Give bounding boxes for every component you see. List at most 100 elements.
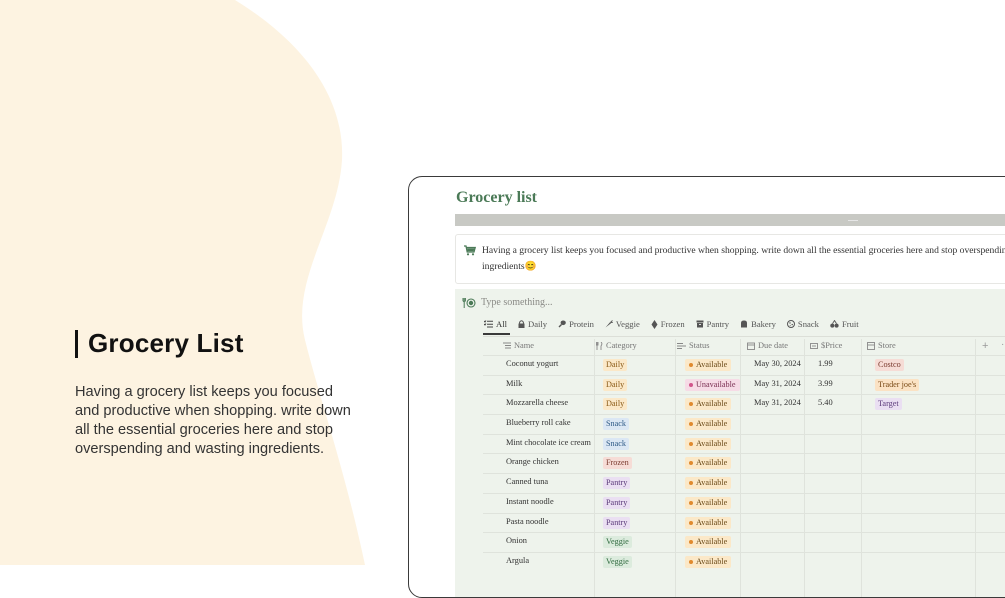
category-tag: Veggie	[603, 555, 632, 568]
cell-name: Mozzarella cheese	[506, 398, 569, 408]
snowflake-icon	[651, 319, 658, 329]
carrot-icon	[605, 320, 613, 328]
status-text: Available	[696, 537, 728, 547]
tab-protein[interactable]: Protein	[557, 317, 595, 335]
bread-icon	[741, 320, 748, 328]
column-header-store[interactable]: Store	[867, 341, 896, 350]
table-row[interactable]: Instant noodle Pantry Available	[483, 492, 1005, 513]
column-header-price[interactable]: $Price	[810, 341, 842, 350]
cell-name: Pasta noodle	[506, 516, 549, 526]
tab-label: Bakery	[751, 319, 776, 329]
cell-name: Onion	[506, 536, 527, 546]
category-tag: Snack	[603, 418, 630, 431]
table-row[interactable]: Blueberry roll cake Snack Available	[483, 414, 1005, 434]
status-text: Available	[696, 497, 728, 507]
fruit-icon	[830, 320, 839, 328]
lock-icon	[518, 320, 525, 328]
status-badge: Available	[685, 496, 732, 509]
drumstick-icon	[558, 320, 566, 328]
cover-drag-handle[interactable]	[848, 217, 858, 221]
table-body: Coconut yogurt Daily Available May 30, 2…	[483, 355, 1005, 572]
table-row[interactable]: Orange chicken Frozen Available	[483, 453, 1005, 473]
table-row[interactable]: Milk Daily Unavailable May 31, 2024 3.99…	[483, 374, 1005, 395]
status-text: Available	[696, 458, 728, 468]
tab-all[interactable]: All	[483, 317, 510, 335]
tab-daily[interactable]: Daily	[517, 317, 548, 335]
cell-name: Milk	[506, 378, 523, 388]
table-row[interactable]: Onion Veggie Available	[483, 532, 1005, 552]
page-title: Grocery list	[456, 189, 538, 206]
table-row[interactable]: Mozzarella cheese Daily Available May 31…	[483, 394, 1005, 414]
list-icon	[484, 320, 493, 328]
category-tag: Pantry	[603, 496, 631, 509]
cell-price: 1.99	[818, 359, 833, 368]
add-property-plus-icon[interactable]: +	[982, 340, 988, 352]
status-badge: Available	[685, 398, 732, 411]
tab-fruit[interactable]: Fruit	[829, 317, 860, 335]
device-frame: Grocery list Having a grocery list keeps…	[408, 176, 1005, 598]
title-bar-accent	[75, 329, 78, 358]
status-badge: Available	[685, 418, 732, 431]
text-lines-icon	[503, 342, 511, 349]
cell-name: Blueberry roll cake	[506, 418, 571, 428]
status-text: Available	[696, 517, 728, 527]
column-label: Store	[878, 341, 896, 350]
column-label: $Price	[821, 341, 843, 350]
cell-price: 5.40	[818, 398, 833, 408]
column-header-name[interactable]: Name	[503, 341, 534, 350]
cell-name: Mint chocolate ice cream	[506, 437, 591, 447]
status-badge: Available	[685, 437, 732, 450]
cell-due-date: May 31, 2024	[754, 378, 801, 388]
category-tag: Pantry	[603, 477, 631, 490]
table-header: Name Category Status Due date $Price Sto…	[483, 339, 1005, 355]
tab-label: All	[496, 319, 507, 329]
status-dot	[689, 461, 693, 466]
category-tag: Pantry	[603, 516, 631, 529]
column-header-category[interactable]: Category	[596, 341, 637, 350]
tab-frozen[interactable]: Frozen	[650, 317, 686, 335]
column-header-due-date[interactable]: Due date	[747, 341, 788, 350]
status-icon	[677, 342, 686, 349]
tab-label: Fruit	[841, 319, 859, 329]
tab-veggie[interactable]: Veggie	[604, 317, 641, 335]
tab-label: Veggie	[615, 319, 640, 329]
table-row[interactable]: Mint chocolate ice cream Snack Available	[483, 433, 1005, 454]
background-blob	[0, 0, 365, 565]
box-icon	[696, 320, 704, 328]
cell-name: Argula	[506, 555, 530, 565]
table-row[interactable]: Argula Veggie Available	[483, 551, 1005, 572]
category-tag: Veggie	[603, 536, 632, 549]
table-row[interactable]: Pasta noodle Pantry Available	[483, 512, 1005, 533]
store-icon	[867, 341, 875, 350]
category-tag: Snack	[603, 437, 630, 450]
status-dot	[689, 481, 693, 486]
status-dot	[689, 402, 693, 407]
table-row[interactable]: Canned tuna Pantry Available	[483, 473, 1005, 493]
table-row[interactable]: Coconut yogurt Daily Available May 30, 2…	[483, 355, 1005, 375]
search-input[interactable]	[481, 294, 781, 310]
status-text: Available	[696, 419, 728, 429]
view-tabs: All Daily Protein Veggie Frozen Pantry B…	[483, 317, 869, 335]
hero-title-text: Grocery List	[88, 328, 244, 358]
tab-pantry[interactable]: Pantry	[695, 317, 730, 335]
status-badge: Available	[685, 536, 732, 549]
cookie-icon	[786, 320, 795, 328]
status-text: Available	[696, 478, 728, 488]
status-text: Available	[696, 360, 728, 369]
status-text: Unavailable	[696, 379, 736, 389]
more-options-icon[interactable]: ···	[1001, 339, 1005, 350]
column-header-status[interactable]: Status	[677, 341, 709, 350]
column-label: Status	[689, 341, 710, 350]
tab-snack[interactable]: Snack	[786, 317, 820, 335]
tab-bakery[interactable]: Bakery	[739, 317, 777, 335]
cell-name: Orange chicken	[506, 457, 559, 467]
status-dot	[689, 382, 693, 387]
grocery-database: All Daily Protein Veggie Frozen Pantry	[455, 289, 1005, 597]
status-dot	[689, 500, 693, 505]
store-tag: Costco	[875, 359, 904, 371]
calendar-icon	[747, 342, 755, 350]
fork-knife-icon	[596, 341, 603, 350]
cell-due-date: May 31, 2024	[754, 398, 801, 408]
status-text: Available	[696, 556, 728, 566]
status-badge: Available	[685, 359, 732, 371]
